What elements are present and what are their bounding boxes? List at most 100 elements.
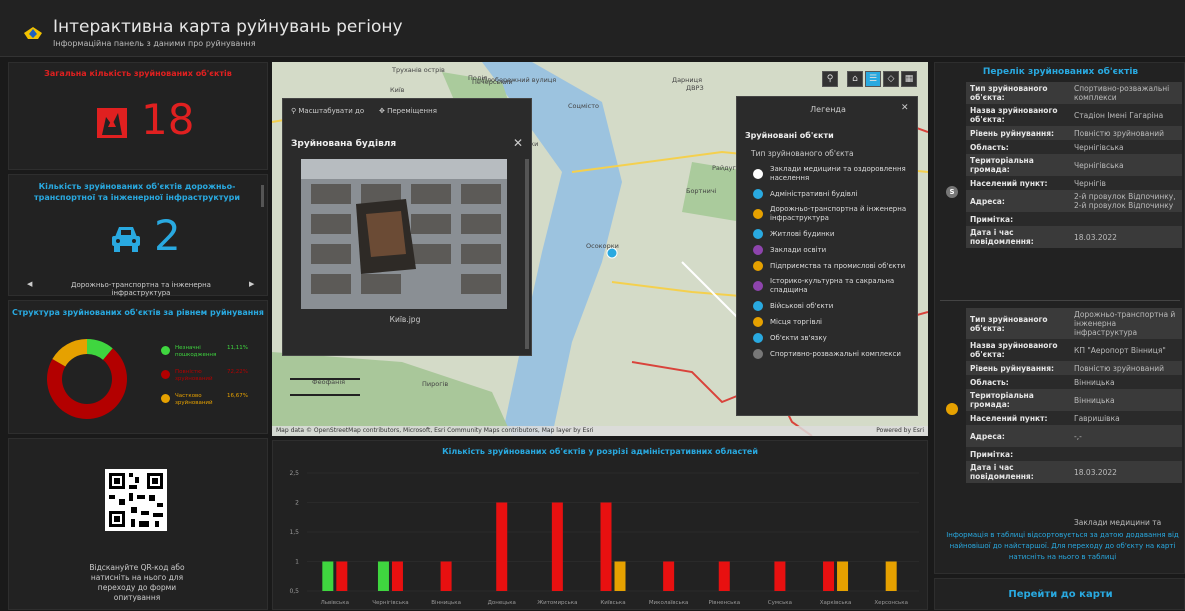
record-key: Дата і час повідомлення: xyxy=(966,461,1070,483)
popup-close-icon[interactable]: ✕ xyxy=(513,136,523,150)
category-prev-button[interactable]: ◀ xyxy=(27,280,32,288)
record-row[interactable]: Назва зруйнованого об'єкта: КП "Аеропорт … xyxy=(966,339,1182,361)
record-key: Тип зруйнованого об'єкта: xyxy=(966,308,1070,339)
map-place-label: Бортничі xyxy=(686,187,717,195)
x-tick-label: Сумська xyxy=(768,600,792,606)
total-destroyed-title: Загальна кількість зруйнованих об'єктів xyxy=(44,69,232,78)
legend-item: Адміністративні будівлі xyxy=(753,189,919,199)
admin-building-icon xyxy=(753,189,763,199)
record-row[interactable]: Населений пункт: Чернігів xyxy=(966,176,1182,190)
record-key: Примітка: xyxy=(966,212,1070,226)
legend-swatch xyxy=(161,346,170,355)
map-view[interactable]: КиївПечерськийПоділПознякиОсокоркиБортни… xyxy=(272,62,928,436)
record-key: Область: xyxy=(966,140,1070,154)
record-value: -,- xyxy=(1070,425,1182,447)
popup-zoom-to-button[interactable]: ⚲ Масштабувати до xyxy=(291,107,364,115)
record-row[interactable]: Дата і час повідомлення: 18.03.2022 xyxy=(966,226,1182,248)
goto-map-button[interactable]: Перейти до карти xyxy=(935,589,1185,600)
transport-icon xyxy=(753,209,763,219)
map-search-button[interactable]: ⚲ xyxy=(822,71,838,87)
record-value: 2-й провулок Відпочинку, 2-й провулок Ві… xyxy=(1070,190,1182,212)
map-powered-by[interactable]: Powered by Esri xyxy=(876,427,924,434)
infrastructure-panel: Кількість зруйнованих об'єктів дорожньо-… xyxy=(8,174,268,297)
bar[interactable] xyxy=(600,502,612,592)
record-row[interactable]: Рівень руйнування: Повністю зруйнований xyxy=(966,126,1182,140)
record-key: Область: xyxy=(966,375,1070,389)
legend-close-icon[interactable]: ✕ xyxy=(901,103,909,113)
region-chart-title: Кількість зруйнованих об'єктів у розрізі… xyxy=(442,447,758,456)
legend-item-label: Заклади медицини та оздоровлення населен… xyxy=(770,165,906,182)
map-layers-button[interactable]: ◇ xyxy=(883,71,899,87)
record-row[interactable]: Тип зруйнованого об'єкта: Дорожньо-трансп… xyxy=(966,308,1182,339)
legend-swatch xyxy=(161,394,170,403)
legend-title: Легенда xyxy=(810,105,846,114)
record-row[interactable]: Примітка: xyxy=(966,447,1182,461)
record-row[interactable]: Дата і час повідомлення: 18.03.2022 xyxy=(966,461,1182,483)
bar[interactable] xyxy=(885,561,897,592)
x-tick-label: Донецька xyxy=(488,600,516,606)
building-photo[interactable] xyxy=(301,159,507,309)
record-row[interactable]: Тип зруйнованого об'єкта: Спортивно-розва… xyxy=(966,82,1182,104)
qr-panel: Відскануйте QR-код або натисніть на ньог… xyxy=(8,438,268,610)
category-next-button[interactable]: ▶ xyxy=(249,280,254,288)
object-record[interactable]: Тип зруйнованого об'єкта: Дорожньо-трансп… xyxy=(966,308,1182,483)
total-destroyed-panel: Загальна кількість зруйнованих об'єктів … xyxy=(8,62,268,170)
record-row[interactable]: Територіальна громада: Вінницька xyxy=(966,389,1182,411)
record-value: Повністю зруйнований xyxy=(1070,361,1182,375)
legend-item: Заклади освіти xyxy=(753,245,919,255)
map-basemap-button[interactable]: ▦ xyxy=(901,71,917,87)
bar[interactable] xyxy=(837,561,849,592)
bar[interactable] xyxy=(718,561,730,592)
bar[interactable] xyxy=(496,502,508,592)
record-row[interactable]: Область: Вінницька xyxy=(966,375,1182,389)
popup-move-label: Переміщення xyxy=(387,107,437,115)
record-value xyxy=(1070,447,1182,461)
record-key: Примітка: xyxy=(966,447,1070,461)
bar[interactable] xyxy=(774,561,786,592)
app-header: Інтерактивна карта руйнувань регіону Інф… xyxy=(0,0,1185,57)
map-home-button[interactable]: ⌂ xyxy=(847,71,863,87)
bar[interactable] xyxy=(663,561,675,592)
record-row[interactable]: Область: Чернігівська xyxy=(966,140,1182,154)
x-tick-label: Вінницька xyxy=(431,600,461,606)
legend-item-label: Місця торгівлі xyxy=(770,317,823,326)
bar[interactable] xyxy=(614,561,626,592)
record-key: Тип зруйнованого об'єкта: xyxy=(966,82,1070,104)
goto-map-panel: Перейти до карти xyxy=(934,578,1185,610)
bar[interactable] xyxy=(823,561,835,592)
bar[interactable] xyxy=(440,561,452,592)
record-row[interactable]: Територіальна громада: Чернігівська xyxy=(966,154,1182,176)
record-row[interactable]: Адреса: 2-й провулок Відпочинку, 2-й пров… xyxy=(966,190,1182,212)
record-row[interactable]: Назва зруйнованого об'єкта: Стадіон Імені… xyxy=(966,104,1182,126)
legend-item-label: Житлові будинки xyxy=(770,229,835,238)
record-key: Адреса: xyxy=(966,190,1070,212)
communication-icon xyxy=(753,333,763,343)
qr-code-image[interactable] xyxy=(105,469,167,531)
panel-scrollbar[interactable] xyxy=(261,185,264,207)
bar[interactable] xyxy=(551,502,563,592)
popup-move-button[interactable]: ✥ Переміщення xyxy=(379,107,437,115)
structure-legend-item: Незначні пошкодження 11,11% xyxy=(161,345,261,369)
bar[interactable] xyxy=(336,561,348,592)
record-row[interactable]: Рівень руйнування: Повністю зруйнований xyxy=(966,361,1182,375)
legend-item: Військові об'єкти xyxy=(753,301,919,311)
record-key: Назва зруйнованого об'єкта: xyxy=(966,104,1070,126)
legend-item-label: Об'єкти зв'язку xyxy=(770,333,827,342)
popup-title: Зруйнована будівля xyxy=(291,139,397,149)
record-row[interactable]: Адреса: -,- xyxy=(966,425,1182,447)
record-row[interactable]: Населений пункт: Гавришівка xyxy=(966,411,1182,425)
x-tick-label: Миколаївська xyxy=(649,600,689,606)
region-chart-panel: Кількість зруйнованих об'єктів у розрізі… xyxy=(272,440,928,610)
bar[interactable] xyxy=(322,561,334,592)
list-note: Інформація в таблиці відсортовується за … xyxy=(946,531,1179,561)
record-value: Повністю зруйнований xyxy=(1070,126,1182,140)
bar[interactable] xyxy=(377,561,389,592)
map-legend-button[interactable]: ☰ xyxy=(865,71,881,87)
record-key: Рівень руйнування: xyxy=(966,126,1070,140)
object-record[interactable]: Тип зруйнованого об'єкта: Спортивно-розва… xyxy=(966,82,1182,248)
legend-item: Спортивно-розважальні комплекси xyxy=(753,349,919,359)
popup-scrollbar[interactable] xyxy=(525,159,529,349)
bar[interactable] xyxy=(391,561,403,592)
y-tick-label: 1,5 xyxy=(289,529,299,536)
record-row[interactable]: Примітка: xyxy=(966,212,1182,226)
